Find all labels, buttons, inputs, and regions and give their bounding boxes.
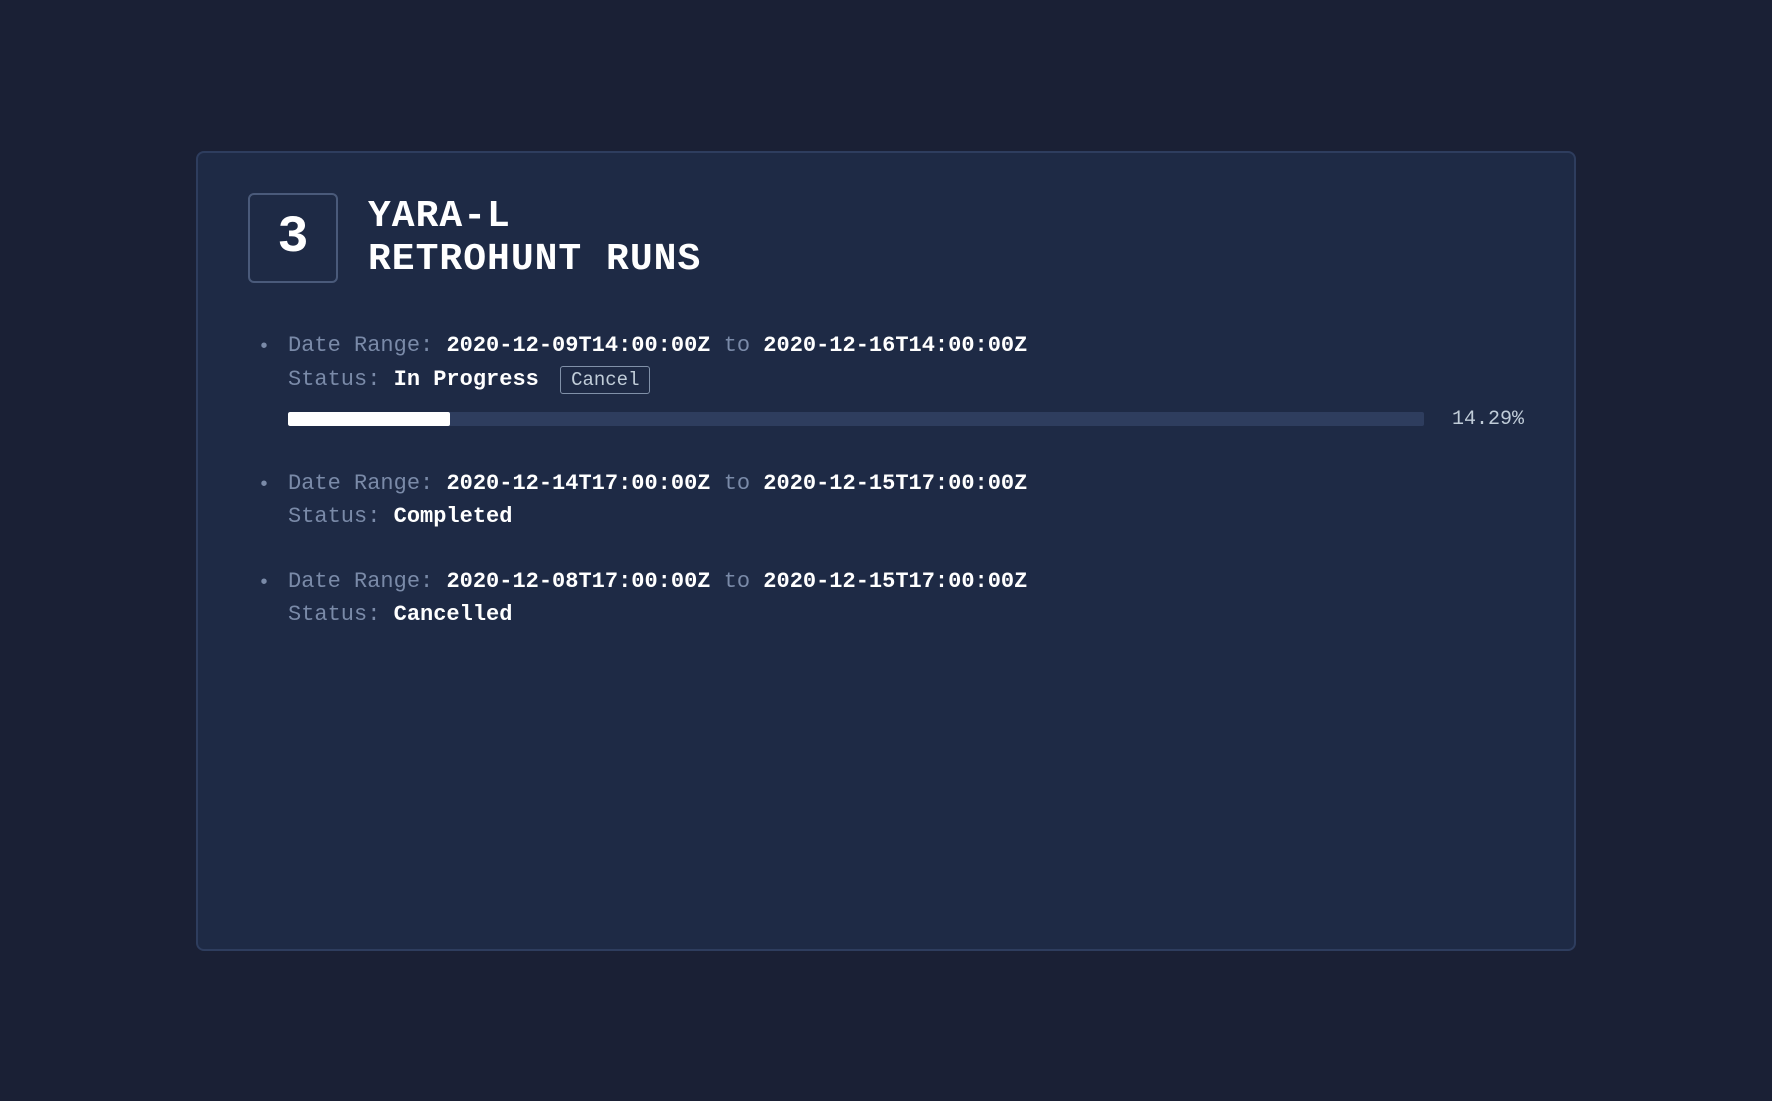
- status-value: Cancelled: [394, 602, 513, 627]
- status-label: Status:: [288, 367, 380, 392]
- run-date-range-1: Date Range: 2020-12-09T14:00:00Z to 2020…: [288, 333, 1524, 358]
- runs-list: Date Range: 2020-12-09T14:00:00Z to 2020…: [248, 333, 1524, 627]
- date-range-label: Date Range:: [288, 471, 433, 496]
- connector: to: [724, 569, 750, 594]
- run-status-3: Status: Cancelled: [288, 602, 1524, 627]
- card-header: 3 YARA-L RETROHUNT RUNS: [248, 193, 1524, 283]
- date-end: 2020-12-16T14:00:00Z: [763, 333, 1027, 358]
- status-label: Status:: [288, 602, 380, 627]
- run-item-2: Date Range: 2020-12-14T17:00:00Z to 2020…: [258, 471, 1524, 529]
- date-start: 2020-12-09T14:00:00Z: [446, 333, 710, 358]
- run-item-3: Date Range: 2020-12-08T17:00:00Z to 2020…: [258, 569, 1524, 627]
- date-end: 2020-12-15T17:00:00Z: [763, 471, 1027, 496]
- status-label: Status:: [288, 504, 380, 529]
- title-line1: YARA-L: [368, 195, 701, 238]
- progress-container-1: 14.29%: [288, 408, 1524, 431]
- progress-bar-fill: [288, 412, 450, 426]
- title-block: YARA-L RETROHUNT RUNS: [368, 195, 701, 281]
- progress-label: 14.29%: [1444, 408, 1524, 431]
- run-date-range-3: Date Range: 2020-12-08T17:00:00Z to 2020…: [288, 569, 1524, 594]
- main-card: 3 YARA-L RETROHUNT RUNS Date Range: 2020…: [196, 151, 1576, 951]
- run-status-1: Status: In Progress Cancel: [288, 366, 1524, 394]
- date-start: 2020-12-14T17:00:00Z: [446, 471, 710, 496]
- date-start: 2020-12-08T17:00:00Z: [446, 569, 710, 594]
- run-status-2: Status: Completed: [288, 504, 1524, 529]
- status-value: Completed: [394, 504, 513, 529]
- connector: to: [724, 471, 750, 496]
- date-range-label: Date Range:: [288, 569, 433, 594]
- run-date-range-2: Date Range: 2020-12-14T17:00:00Z to 2020…: [288, 471, 1524, 496]
- title-line2: RETROHUNT RUNS: [368, 238, 701, 281]
- number-badge: 3: [248, 193, 338, 283]
- date-end: 2020-12-15T17:00:00Z: [763, 569, 1027, 594]
- status-value: In Progress: [394, 367, 539, 392]
- cancel-button[interactable]: Cancel: [560, 366, 650, 394]
- date-range-label: Date Range:: [288, 333, 433, 358]
- badge-number: 3: [277, 208, 308, 267]
- connector: to: [724, 333, 750, 358]
- run-item-1: Date Range: 2020-12-09T14:00:00Z to 2020…: [258, 333, 1524, 431]
- progress-bar-bg: [288, 412, 1424, 426]
